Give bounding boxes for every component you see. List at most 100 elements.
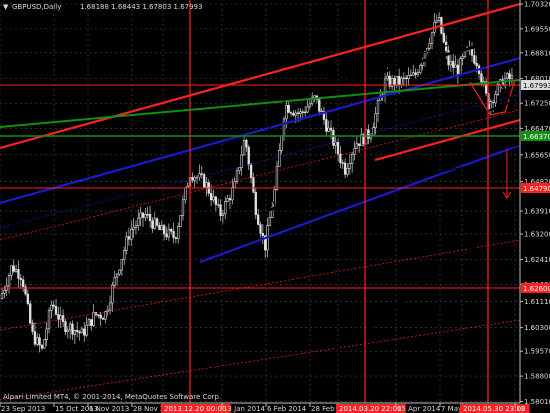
candle-body-66: [155, 218, 159, 226]
candle-body-120: [282, 118, 286, 137]
candle-body-63: [148, 214, 152, 222]
candle-body-34: [80, 328, 84, 334]
y-tick-label-1: 1.69550: [524, 25, 550, 33]
level-label-green: 1.66370: [523, 133, 550, 141]
candle-body-193: [454, 64, 457, 68]
candle-body-148: [348, 163, 351, 169]
candle-body-136: [320, 110, 323, 113]
candle-body-9: [22, 279, 25, 287]
candle-body-43: [101, 317, 105, 320]
candle-body-41: [97, 314, 100, 316]
candle-body-133: [313, 95, 316, 98]
candle-body-103: [242, 139, 246, 156]
candle-body-32: [76, 329, 79, 332]
candle-body-35: [83, 328, 86, 336]
candle-body-70: [165, 233, 168, 238]
y-tick-label-13: 1.60300: [524, 324, 550, 332]
candle-body-169: [398, 76, 401, 85]
candle-body-196: [461, 56, 464, 59]
candle-body-121: [285, 104, 288, 120]
y-tick-label-4: 1.67250: [524, 100, 550, 108]
chart-ohlc: 1.68188 1.68443 1.67803 1.67993: [80, 3, 202, 11]
candle-body-78: [184, 187, 187, 201]
current-price-label: 1.67993: [523, 82, 550, 90]
candle-body-57: [134, 225, 138, 228]
candle-body-191: [449, 61, 453, 66]
candle-body-111: [261, 233, 265, 236]
candle-body-7: [17, 269, 20, 279]
x-tick-label-4: 2013.12.20 00:00: [164, 405, 226, 413]
candle-body-23: [54, 306, 58, 315]
chart-window[interactable]: 1.703201.695501.688101.680101.672501.664…: [0, 0, 550, 413]
y-tick-label-0: 1.70320: [524, 1, 550, 9]
y-tick-label-15: 1.58800: [524, 373, 550, 381]
candle-body-182: [428, 43, 431, 49]
candle-body-92: [217, 204, 220, 206]
candle-body-95: [224, 201, 227, 215]
candle-body-36: [85, 324, 88, 336]
candle-body-8: [19, 278, 22, 280]
candle-body-67: [158, 225, 161, 231]
candle-body-6: [14, 269, 18, 272]
candle-body-108: [254, 192, 257, 215]
candle-body-170: [400, 77, 403, 85]
candle-body-119: [280, 135, 283, 151]
candle-body-105: [247, 146, 250, 166]
level-label-red-1: 1.64790: [523, 185, 550, 193]
candle-body-122: [287, 104, 290, 113]
candle-body-75: [177, 226, 180, 239]
candle-body-99: [233, 181, 236, 188]
candle-body-24: [57, 314, 60, 320]
candle-body-143: [336, 141, 340, 155]
candle-body-16: [38, 337, 41, 346]
header-arrow-icon: ▼: [3, 3, 9, 11]
candle-body-110: [259, 224, 262, 234]
candle-body-174: [409, 74, 413, 77]
candle-body-118: [278, 150, 281, 167]
candle-body-214: [503, 77, 507, 89]
candle-body-211: [496, 84, 500, 95]
candle-body-11: [26, 293, 30, 304]
candle-body-27: [64, 321, 67, 332]
candle-body-175: [412, 72, 415, 76]
candle-body-138: [325, 119, 328, 132]
candle-body-186: [437, 16, 441, 21]
candle-body-21: [50, 304, 53, 311]
price-chart[interactable]: 1.703201.695501.688101.680101.672501.664…: [0, 0, 550, 413]
candle-body-160: [376, 100, 380, 114]
candle-body-54: [127, 236, 131, 240]
candle-body-202: [475, 63, 478, 67]
x-tick-label-8: 2014.03.20 22:00: [339, 405, 401, 413]
candle-body-94: [221, 213, 225, 216]
x-tick-label-9: 15 Apr 2014: [397, 405, 441, 413]
candle-body-177: [416, 72, 420, 75]
candle-body-0: [0, 293, 4, 299]
candle-body-33: [78, 331, 81, 334]
candle-body-26: [61, 315, 65, 322]
candle-body-123: [289, 112, 293, 114]
level-label-red-2: 1.62600: [523, 285, 550, 293]
candle-body-164: [386, 75, 389, 80]
candle-body-217: [510, 75, 514, 80]
candle-body-42: [99, 314, 102, 319]
candle-body-53: [125, 236, 128, 251]
candle-body-149: [351, 153, 354, 164]
candle-body-39: [92, 312, 95, 326]
candle-body-167: [393, 78, 396, 86]
candle-body-93: [219, 204, 222, 216]
x-tick-label-2: 6 Nov 2013: [89, 405, 129, 413]
candle-body-19: [45, 328, 48, 341]
y-tick-label-9: 1.63200: [524, 230, 550, 238]
candle-body-30: [71, 323, 74, 335]
candle-body-65: [153, 218, 156, 229]
candle-body-85: [200, 173, 203, 175]
candle-body-50: [118, 269, 121, 275]
x-tick-label-0: 23 Sep 2013: [1, 405, 45, 413]
candle-body-183: [430, 31, 434, 44]
candle-body-151: [355, 143, 359, 149]
candle-body-210: [494, 94, 497, 104]
candle-body-192: [452, 61, 455, 68]
candle-body-22: [52, 304, 55, 307]
candle-body-62: [146, 214, 149, 216]
candle-body-171: [402, 77, 406, 79]
